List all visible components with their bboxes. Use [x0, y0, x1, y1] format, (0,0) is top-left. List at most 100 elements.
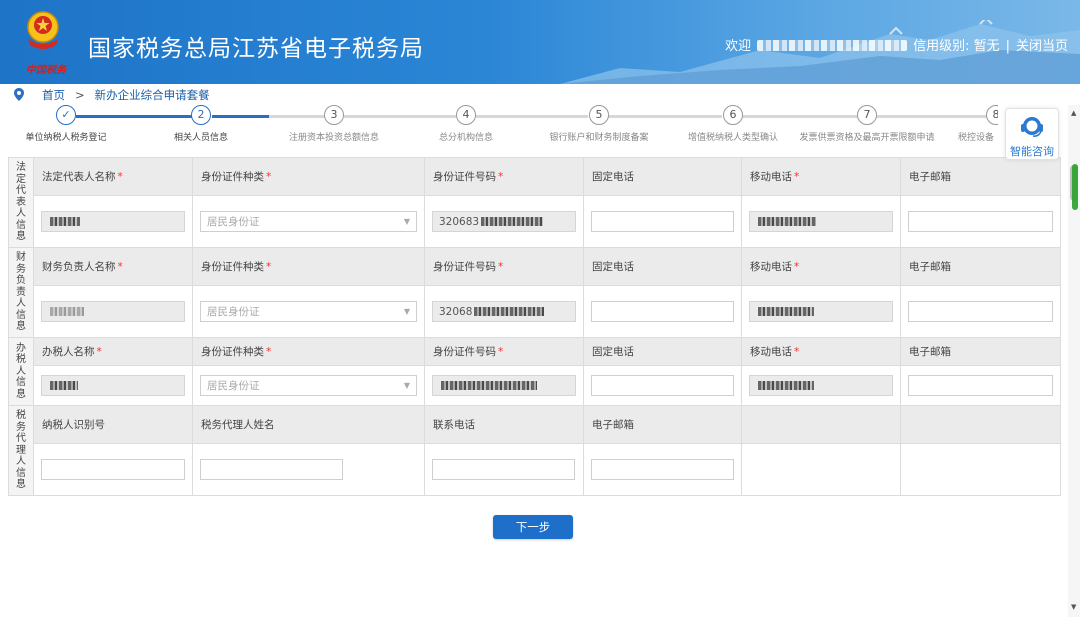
step-number: 6: [723, 105, 743, 125]
finance-email-field[interactable]: [908, 301, 1053, 322]
select-value: 居民身份证: [207, 216, 260, 228]
consult-label: 智能咨询: [1010, 145, 1054, 158]
agent-taxpayer-id-field[interactable]: [41, 459, 185, 480]
step-5[interactable]: 5 银行账户和财务制度备案: [529, 105, 669, 143]
step-check-icon: ✓: [56, 105, 76, 125]
legal-id-type-select[interactable]: 居民身份证 ▼: [200, 211, 417, 232]
required-mark: *: [266, 261, 272, 273]
section-title: 法定代表人信息: [16, 162, 26, 243]
welcome-text: 欢迎: [725, 39, 752, 54]
agent-name-field[interactable]: [200, 459, 343, 480]
breadcrumb: 首页 > 新办企业综合申请套餐: [0, 84, 1070, 105]
finance-landline-field[interactable]: [591, 301, 734, 322]
col-header: 身份证件种类 *: [192, 247, 425, 286]
col-header: 固定电话: [583, 337, 742, 366]
required-mark: *: [96, 346, 102, 358]
required-mark: *: [498, 346, 504, 358]
section-finance-title: 财务负责人信息: [8, 247, 34, 338]
step-1[interactable]: ✓ 单位纳税人税务登记: [0, 105, 136, 143]
col-label: 移动电话: [750, 171, 792, 183]
legal-landline-field[interactable]: [591, 211, 734, 232]
required-mark: *: [117, 171, 123, 183]
step-number: 5: [589, 105, 609, 125]
col-header: 身份证件号码 *: [424, 247, 584, 286]
close-page-link[interactable]: 关闭当页: [1016, 39, 1068, 54]
redacted-text: [50, 381, 78, 390]
col-header: 固定电话: [583, 157, 742, 196]
section-legal-title: 法定代表人信息: [8, 157, 34, 248]
agent-email-field[interactable]: [591, 459, 734, 480]
col-label: 身份证件种类: [201, 171, 264, 183]
step-number: 7: [857, 105, 877, 125]
step-6[interactable]: 6 增值税纳税人类型确认: [663, 105, 803, 143]
step-8[interactable]: 8 税控设备: [928, 105, 998, 143]
col-header: 移动电话 *: [741, 337, 901, 366]
redacted-text: [441, 381, 537, 390]
taxer-email-field[interactable]: [908, 375, 1053, 396]
legal-name-field[interactable]: [41, 211, 185, 232]
required-mark: *: [794, 171, 800, 183]
col-header: 法定代表人名称 *: [33, 157, 193, 196]
side-indicator: [1072, 164, 1078, 210]
step-7[interactable]: 7 发票供票资格及最高开票限额申请: [797, 105, 937, 143]
site-title: 国家税务总局江苏省电子税务局: [88, 36, 424, 62]
chevron-down-icon: ▼: [403, 217, 410, 226]
col-header: 电子邮箱: [900, 247, 1061, 286]
agent-phone-field[interactable]: [432, 459, 575, 480]
finance-name-field[interactable]: [41, 301, 185, 322]
legal-email-field[interactable]: [908, 211, 1053, 232]
taxer-mobile-field[interactable]: [749, 375, 893, 396]
empty-cell: [900, 443, 1061, 496]
redacted-text: [758, 307, 814, 316]
redacted-text: [481, 217, 544, 226]
username-redacted: [757, 40, 908, 51]
breadcrumb-current: 新办企业综合申请套餐: [94, 87, 210, 102]
col-header: 身份证件号码 *: [424, 337, 584, 366]
taxer-id-number-field[interactable]: [432, 375, 576, 396]
id-prefix: 320683: [439, 215, 480, 228]
next-step-button[interactable]: 下一步: [493, 515, 573, 539]
taxer-name-field[interactable]: [41, 375, 185, 396]
smart-consult-button[interactable]: 智能咨询: [1005, 108, 1059, 160]
scroll-down-icon[interactable]: ▼: [1071, 603, 1076, 611]
col-label: 身份证件种类: [201, 261, 264, 273]
legal-id-number-field[interactable]: 320683: [432, 211, 576, 232]
col-label: 移动电话: [750, 261, 792, 273]
step-number: 8: [986, 105, 998, 125]
credit-level: 信用级别: 暂无: [913, 39, 1000, 54]
step-label: 注册资本投资总额信息: [288, 133, 379, 143]
step-3[interactable]: 3 注册资本投资总额信息: [264, 105, 404, 143]
col-header: 身份证件号码 *: [424, 157, 584, 196]
redacted-text: [758, 381, 814, 390]
step-number: 3: [324, 105, 344, 125]
select-value: 居民身份证: [207, 380, 260, 392]
col-header: 电子邮箱: [583, 405, 742, 444]
col-header: 纳税人识别号: [33, 405, 193, 444]
id-prefix: 32068: [439, 305, 473, 318]
col-header: 电子邮箱: [900, 337, 1061, 366]
finance-id-number-field[interactable]: 32068: [432, 301, 576, 322]
section-agent-title: 税务代理人信息: [8, 405, 34, 496]
required-mark: *: [266, 171, 272, 183]
breadcrumb-home[interactable]: 首页: [42, 87, 65, 103]
legal-mobile-field[interactable]: [749, 211, 893, 232]
taxer-landline-field[interactable]: [591, 375, 734, 396]
col-header: 身份证件种类 *: [192, 157, 425, 196]
section-title: 财务负责人信息: [16, 252, 26, 333]
step-progress: ✓ 单位纳税人税务登记 2 相关人员信息 3 注册资本投资总额信息 4 总分机构…: [0, 105, 1066, 157]
step-2[interactable]: 2 相关人员信息: [131, 105, 271, 143]
step-label: 相关人员信息: [173, 133, 228, 143]
finance-id-type-select[interactable]: 居民身份证 ▼: [200, 301, 417, 322]
step-4[interactable]: 4 总分机构信息: [396, 105, 536, 143]
col-label: 身份证件号码: [433, 171, 496, 183]
divider: |: [1005, 39, 1010, 54]
col-header: 身份证件种类 *: [192, 337, 425, 366]
header-user-info: 欢迎 信用级别: 暂无 | 关闭当页: [725, 35, 1068, 54]
taxer-id-type-select[interactable]: 居民身份证 ▼: [200, 375, 417, 396]
col-header: 联系电话: [424, 405, 584, 444]
finance-mobile-field[interactable]: [749, 301, 893, 322]
scroll-up-icon[interactable]: ▲: [1071, 109, 1076, 117]
col-header: 税务代理人姓名: [192, 405, 425, 444]
empty-cell: [741, 443, 901, 496]
step-number: 2: [191, 105, 211, 125]
